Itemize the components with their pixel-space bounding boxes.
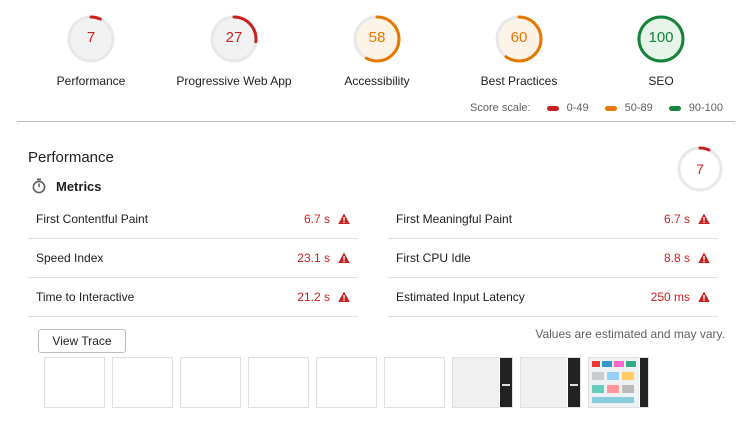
high-range-label: 90-100 (688, 102, 723, 114)
warning-triangle-icon (698, 252, 710, 263)
metric-value: 6.7 s (303, 212, 330, 226)
filmstrip-frame (520, 357, 581, 408)
gauge-label: Accessibility (344, 74, 410, 88)
filmstrip-frame (248, 357, 309, 408)
gauge-label: Progressive Web App (176, 74, 292, 88)
metric-name: First Contentful Paint (36, 212, 149, 226)
metric-name: Speed Index (36, 251, 104, 265)
metric-name: Time to Interactive (36, 290, 135, 304)
performance-score: 7 (696, 161, 704, 177)
filmstrip-frame (112, 357, 173, 408)
gauge-seo[interactable]: 100 SEO (581, 14, 741, 88)
view-trace-button[interactable]: View Trace (38, 329, 126, 353)
gauge-label: Performance (56, 74, 126, 88)
warning-triangle-icon (338, 252, 350, 263)
filmstrip-frame (588, 357, 649, 408)
metric-value: 23.1 s (297, 251, 330, 265)
gauge-best-practices[interactable]: 60 Best Practices (439, 14, 599, 88)
section-title: Performance (28, 149, 114, 166)
metrics-header: Metrics (32, 178, 102, 194)
gauge-score: 58 (368, 29, 386, 46)
metric-row[interactable]: Speed Index 23.1 s (28, 239, 358, 278)
filmstrip-frame (452, 357, 513, 408)
gauge-score: 7 (86, 29, 96, 46)
metric-row[interactable]: First Meaningful Paint 6.7 s (388, 200, 718, 239)
metric-row[interactable]: First CPU Idle 8.8 s (388, 239, 718, 278)
warning-triangle-icon (698, 291, 710, 302)
gauge-label: Best Practices (480, 74, 558, 88)
score-scale: Score scale: 0-49 50-89 90-100 (470, 102, 723, 114)
filmstrip-frame (384, 357, 445, 408)
gauge-accessibility[interactable]: 58 Accessibility (297, 14, 457, 88)
warning-triangle-icon (698, 213, 710, 224)
metric-value: 6.7 s (663, 212, 690, 226)
gauge-score: 60 (510, 29, 528, 46)
gauge-score: 100 (648, 29, 674, 46)
metric-value: 21.2 s (297, 290, 330, 304)
metrics-title: Metrics (56, 178, 102, 194)
metric-row[interactable]: First Contentful Paint 6.7 s (28, 200, 358, 239)
metric-name: First CPU Idle (396, 251, 471, 265)
metrics-right-column: First Meaningful Paint 6.7 s First CPU Idl… (388, 200, 718, 317)
mid-swatch (604, 105, 617, 111)
warning-triangle-icon (338, 291, 350, 302)
warning-triangle-icon (338, 213, 350, 224)
metric-name: First Meaningful Paint (396, 212, 513, 226)
metric-row[interactable]: Estimated Input Latency 250 ms (388, 278, 718, 317)
metric-value: 250 ms (650, 290, 690, 304)
high-swatch (668, 105, 681, 111)
filmstrip-frame (316, 357, 377, 408)
gauge-performance[interactable]: 7 Performance (11, 14, 171, 88)
score-scale-title: Score scale: (470, 102, 531, 114)
filmstrip-frame (44, 357, 105, 408)
gauge-label: SEO (648, 74, 674, 88)
metric-value: 8.8 s (663, 251, 690, 265)
divider (17, 121, 735, 122)
gauge-pwa[interactable]: 27 Progressive Web App (154, 14, 314, 88)
mid-range-label: 50-89 (624, 102, 653, 114)
estimate-note: Values are estimated and may vary. (535, 327, 725, 341)
performance-score-gauge[interactable]: 7 (676, 145, 724, 193)
low-swatch (546, 105, 559, 111)
metric-row[interactable]: Time to Interactive 21.2 s (28, 278, 358, 317)
gauge-score: 27 (225, 29, 243, 46)
filmstrip-frame (180, 357, 241, 408)
stopwatch-icon (32, 178, 46, 194)
filmstrip (44, 357, 649, 408)
metric-name: Estimated Input Latency (396, 290, 525, 304)
metrics-left-column: First Contentful Paint 6.7 s Speed Index 23… (28, 200, 358, 317)
low-range-label: 0-49 (566, 102, 589, 114)
